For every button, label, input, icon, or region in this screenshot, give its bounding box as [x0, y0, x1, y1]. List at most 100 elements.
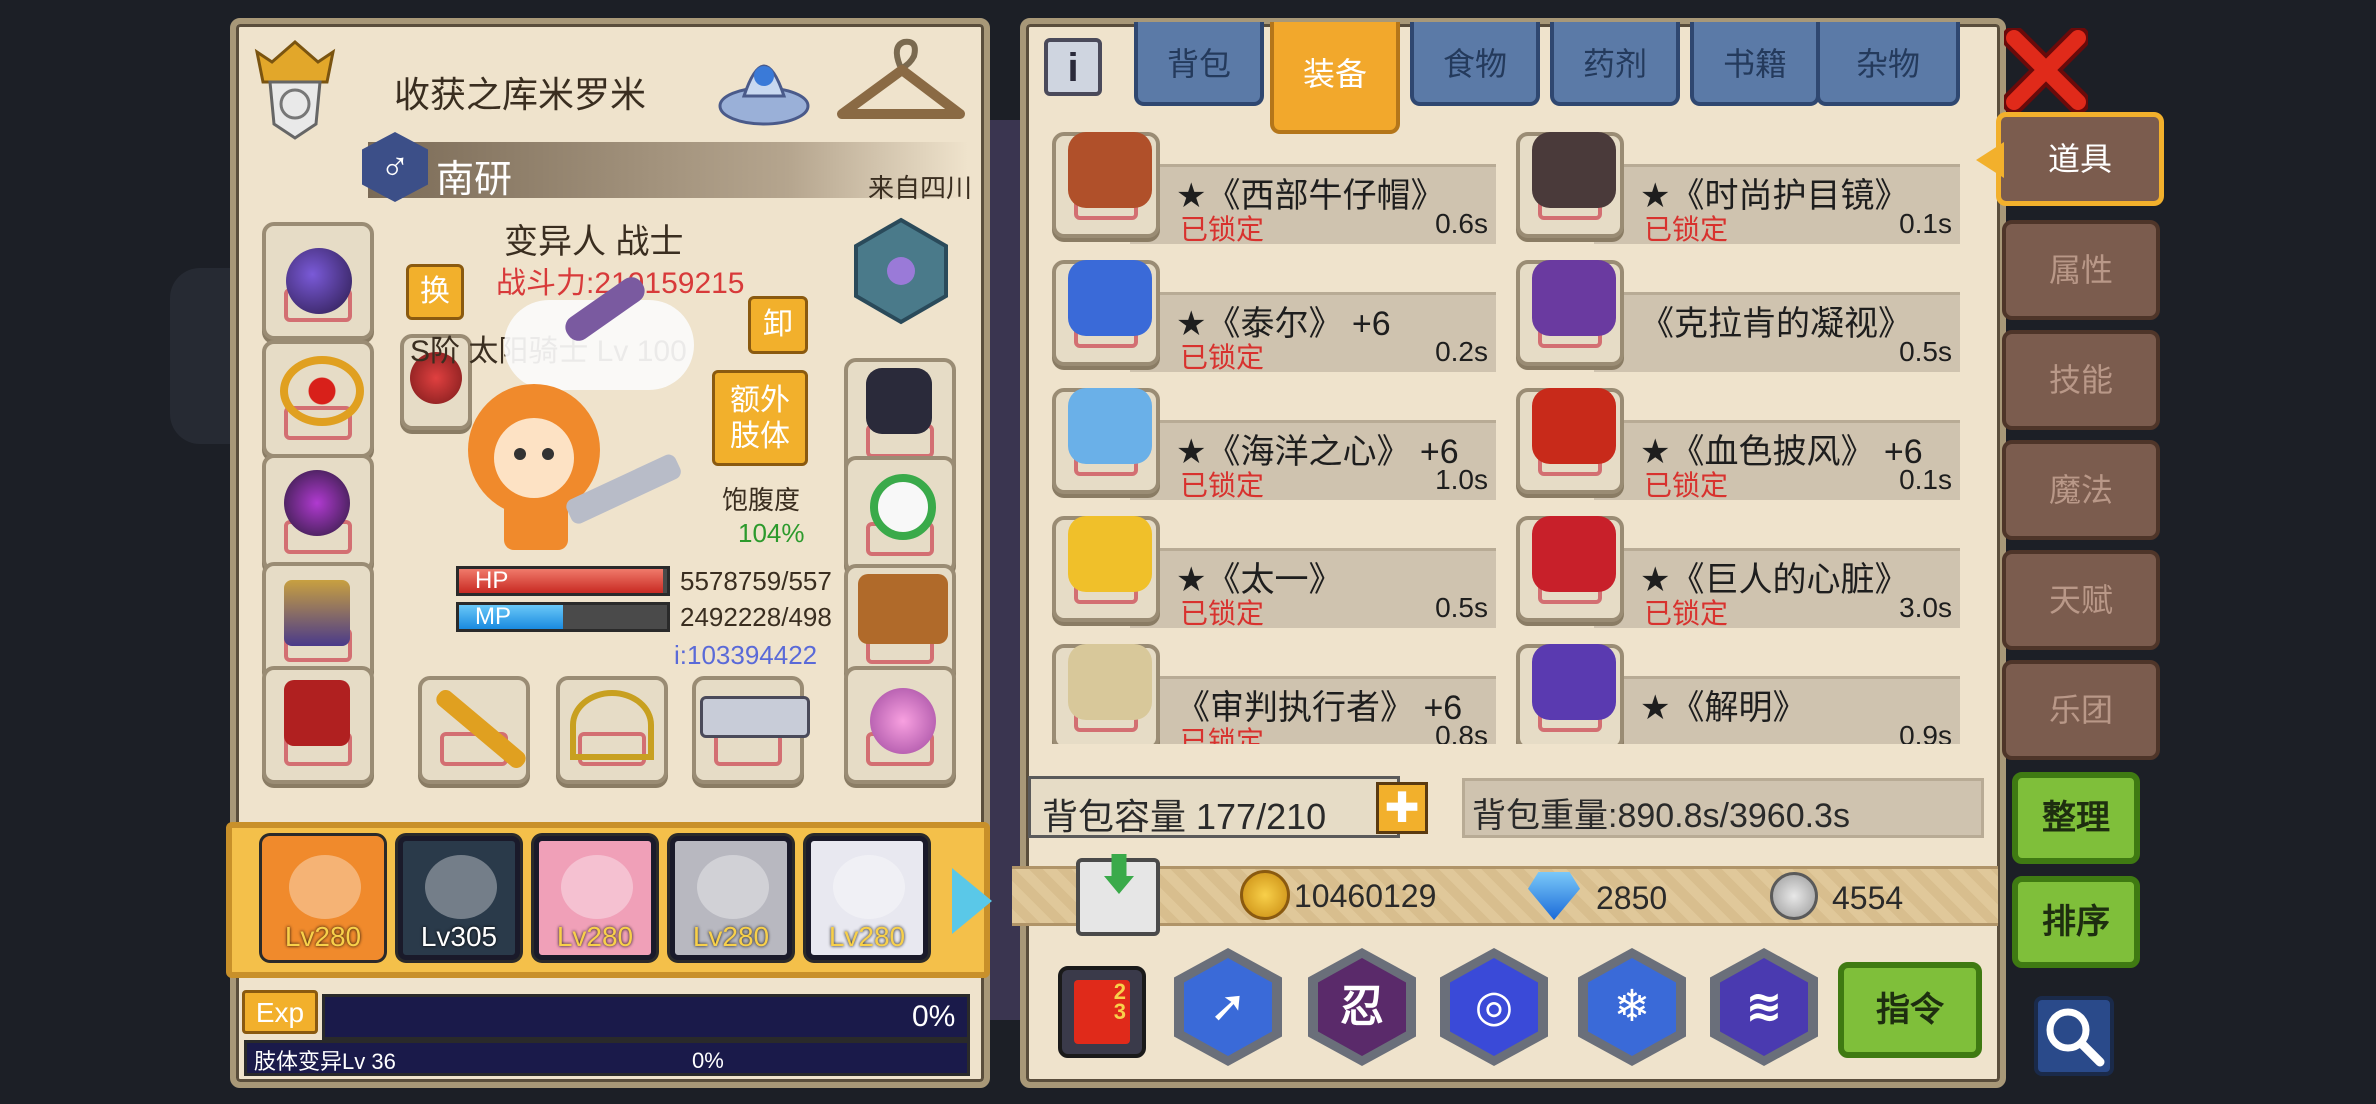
equip-slot-weapon-1[interactable] — [418, 676, 530, 784]
hp-bar: HP — [456, 566, 670, 596]
glove-icon — [866, 368, 932, 434]
item-row[interactable]: ★《西部牛仔帽》 已锁定 0.6s — [1040, 120, 1502, 248]
party-member-portrait — [561, 855, 633, 919]
crossbow-icon — [570, 690, 654, 760]
party-member[interactable]: Lv280 — [262, 836, 384, 960]
item-name: ★《解明》 — [1640, 689, 1807, 727]
character-origin: 来自四川 — [868, 173, 973, 203]
tab-3[interactable]: 药剂 — [1550, 22, 1680, 106]
close-icon[interactable] — [2002, 26, 2090, 114]
snowflake-skill-icon: ❄ — [1588, 958, 1676, 1056]
item-weight: 1.0s — [1435, 464, 1488, 495]
item-row[interactable]: ★《海洋之心》 +6 已锁定 1.0s — [1040, 376, 1502, 504]
mp-label: MP — [475, 603, 511, 630]
equip-slot-accessory[interactable] — [844, 666, 956, 784]
item-slot[interactable] — [1516, 260, 1624, 366]
organize-button[interactable]: 整理 — [2012, 772, 2140, 864]
party-member-level: Lv280 — [284, 921, 362, 952]
party-member-portrait — [425, 855, 497, 919]
item-row[interactable]: ★《泰尔》 +6 已锁定 0.2s — [1040, 248, 1502, 376]
party-member-portrait — [833, 855, 905, 919]
item-slot[interactable] — [1052, 388, 1160, 494]
character-id: i:103394422 — [674, 640, 818, 670]
equip-slot-boots[interactable] — [844, 564, 956, 682]
sidebar-tab-1[interactable]: 技能 — [2002, 330, 2160, 430]
item-slot[interactable] — [1052, 260, 1160, 366]
badge-icon[interactable] — [846, 216, 956, 326]
equip-slot-cloak[interactable] — [262, 562, 374, 680]
gun-icon — [700, 696, 810, 738]
store-button[interactable] — [1076, 854, 1160, 936]
item-lock-status: 已锁定 — [1644, 598, 1729, 629]
tab-2[interactable]: 食物 — [1410, 22, 1540, 106]
item-lock-status: 已锁定 — [1180, 598, 1265, 629]
equip-slot-weapon-2[interactable] — [556, 676, 668, 784]
item-row[interactable]: 《克拉肯的凝视》 0.5s — [1504, 248, 1966, 376]
item-slot[interactable] — [1516, 644, 1624, 744]
equip-slot-ring[interactable] — [844, 456, 956, 574]
item-row[interactable]: ★《巨人的心脏》 已锁定 3.0s — [1504, 504, 1966, 632]
item-icon — [1532, 388, 1616, 464]
cloak-icon — [284, 580, 350, 646]
hp-label: HP — [475, 567, 509, 594]
tab-0[interactable]: 背包 — [1134, 22, 1264, 106]
sidebar-tab-4[interactable]: 乐团 — [2002, 660, 2160, 760]
tab-4[interactable]: 书籍 — [1690, 22, 1820, 106]
tab-1[interactable]: 装备 — [1270, 22, 1400, 134]
ring-icon — [870, 474, 936, 540]
item-weight: 0.5s — [1899, 336, 1952, 367]
item-lock-status: 已锁定 — [1180, 726, 1265, 744]
party-member[interactable]: Lv280 — [806, 836, 928, 960]
equip-slot-necklace[interactable] — [262, 340, 374, 458]
sidebar-item-items[interactable]: 道具 — [1996, 112, 2164, 206]
equip-slot-helmet[interactable] — [262, 222, 374, 340]
item-slot[interactable] — [1516, 388, 1624, 494]
bag-capacity: 背包容量 177/210 — [1042, 796, 1327, 837]
item-weight: 0.8s — [1435, 720, 1488, 744]
exp-bar — [322, 994, 970, 1040]
mp-bar: MP — [456, 602, 670, 632]
item-slot[interactable] — [1052, 644, 1160, 744]
item-row[interactable]: ★《血色披风》 +6 已锁定 0.1s — [1504, 376, 1966, 504]
equip-slot-gauntlet[interactable] — [262, 666, 374, 784]
search-button[interactable] — [2034, 996, 2114, 1076]
extra-limb-button[interactable]: 额外肢体 — [712, 370, 808, 466]
item-slot[interactable] — [1052, 516, 1160, 622]
formation-button[interactable]: 23 — [1058, 966, 1146, 1058]
item-slot[interactable] — [1516, 132, 1624, 238]
hanger-icon[interactable] — [832, 36, 970, 130]
equip-slot-weapon-3[interactable] — [692, 676, 810, 784]
item-weight: 0.5s — [1435, 592, 1488, 623]
party-member[interactable]: Lv305 — [398, 836, 520, 960]
unequip-button[interactable]: 卸 — [748, 296, 808, 354]
item-slot[interactable] — [1052, 132, 1160, 238]
item-row[interactable]: ★《时尚护目镜》 已锁定 0.1s — [1504, 120, 1966, 248]
guild-emblem-icon[interactable] — [252, 32, 338, 142]
sidebar-tab-3[interactable]: 天赋 — [2002, 550, 2160, 650]
item-slot[interactable] — [1516, 516, 1624, 622]
item-row[interactable]: 《审判执行者》 +6 已锁定 0.8s — [1040, 632, 1502, 744]
silver-coin-icon — [1770, 872, 1818, 920]
info-button[interactable]: i — [1044, 38, 1102, 96]
party-member-level: Lv280 — [828, 921, 906, 952]
item-icon — [1532, 260, 1616, 336]
character-title: 收获之库米罗米 — [394, 74, 647, 115]
expand-bag-button[interactable]: ✚ — [1376, 782, 1428, 834]
equip-slot-armor[interactable] — [262, 454, 374, 572]
crystal-icon[interactable] — [714, 36, 814, 130]
sidebar-tab-0[interactable]: 属性 — [2002, 220, 2160, 320]
boots-icon — [858, 574, 948, 644]
swap-button[interactable]: 换 — [406, 264, 464, 320]
sidebar-tab-2[interactable]: 魔法 — [2002, 440, 2160, 540]
party-member[interactable]: Lv280 — [670, 836, 792, 960]
item-row[interactable]: ★《解明》 0.9s — [1504, 632, 1966, 744]
item-row[interactable]: ★《太一》 已锁定 0.5s — [1040, 504, 1502, 632]
sort-button[interactable]: 排序 — [2012, 876, 2140, 968]
tab-5[interactable]: 杂物 — [1816, 22, 1960, 106]
party-member[interactable]: Lv280 — [534, 836, 656, 960]
sword-skill-icon: ➚ — [1184, 958, 1272, 1056]
hp-value: 5578759/557 — [680, 566, 832, 596]
item-icon — [1068, 644, 1152, 720]
diamond-amount: 2850 — [1596, 880, 1668, 916]
command-button[interactable]: 指令 — [1838, 962, 1982, 1058]
